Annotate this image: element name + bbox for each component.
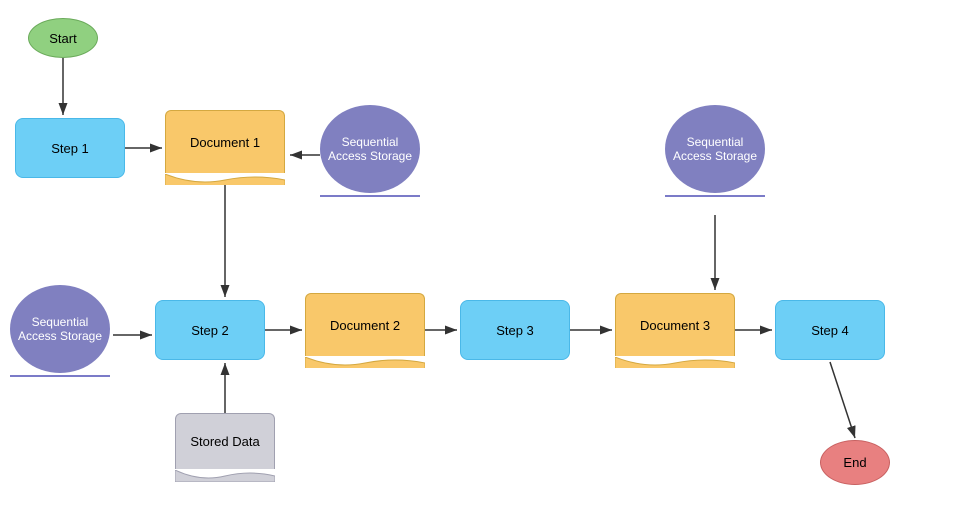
start-label: Start [49, 31, 76, 46]
seq3-node: Sequential Access Storage [665, 105, 765, 210]
doc2-label: Document 2 [330, 318, 400, 333]
start-node: Start [28, 18, 98, 58]
seq1-node: Sequential Access Storage [320, 105, 420, 210]
stored-data-label: Stored Data [190, 434, 259, 449]
step2-node: Step 2 [155, 300, 265, 360]
step1-node: Step 1 [15, 118, 125, 178]
arrows-layer [0, 0, 980, 511]
seq2-label: Sequential Access Storage [18, 315, 102, 343]
doc1-node: Document 1 [165, 110, 285, 185]
step1-label: Step 1 [51, 141, 89, 156]
end-node: End [820, 440, 890, 485]
diagram-canvas: Start Step 1 Document 1 Sequential Acces… [0, 0, 980, 511]
step4-label: Step 4 [811, 323, 849, 338]
doc2-node: Document 2 [305, 293, 425, 368]
seq3-label: Sequential Access Storage [673, 135, 757, 163]
step2-label: Step 2 [191, 323, 229, 338]
doc1-label: Document 1 [190, 135, 260, 150]
seq2-node: Sequential Access Storage [10, 285, 110, 390]
step3-label: Step 3 [496, 323, 534, 338]
doc3-label: Document 3 [640, 318, 710, 333]
end-label: End [843, 455, 866, 470]
stored-data-node: Stored Data [175, 413, 275, 481]
step3-node: Step 3 [460, 300, 570, 360]
step4-node: Step 4 [775, 300, 885, 360]
doc3-node: Document 3 [615, 293, 735, 368]
seq1-label: Sequential Access Storage [328, 135, 412, 163]
